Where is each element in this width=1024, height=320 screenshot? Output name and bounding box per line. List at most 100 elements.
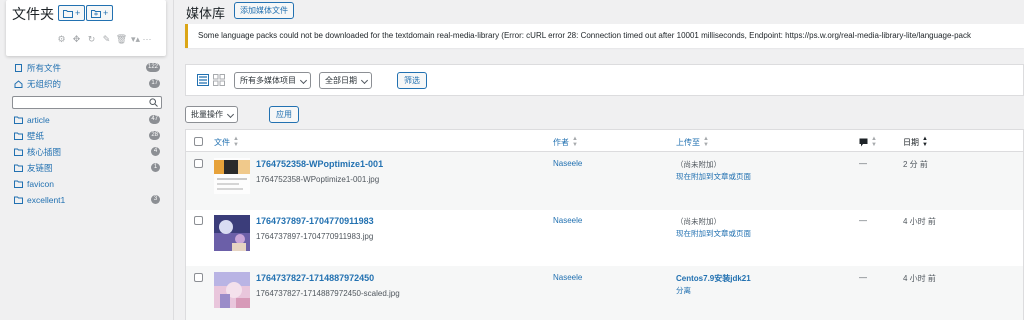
folder-label: favicon [27, 179, 54, 189]
new-collection-button[interactable]: + [86, 5, 114, 21]
author-link[interactable]: Naseele [553, 216, 582, 225]
column-file[interactable]: 文件 ▲ ▼ [214, 136, 239, 148]
search-icon [149, 98, 158, 107]
count-badge: 47 [149, 115, 160, 124]
delete-icon[interactable]: 🗑 [116, 34, 127, 45]
attached-status: （尚未附加） [676, 160, 721, 169]
sort-more-icon[interactable]: ▾▴ ··· [131, 34, 152, 45]
detach-link[interactable]: 分离 [676, 285, 691, 296]
list-view-icon[interactable] [197, 74, 209, 86]
comment-count: — [859, 273, 867, 282]
sort-desc-icon: ▲ ▼ [922, 136, 928, 148]
table-row: 1764737827-1714887972450 1764737827-1714… [186, 266, 1023, 320]
row-checkbox[interactable] [194, 273, 203, 282]
select-all-checkbox[interactable] [194, 137, 203, 146]
attached-status: （尚未附加） [676, 217, 721, 226]
folder-label: 友链图 [27, 163, 53, 173]
folder-label: 核心插图 [27, 147, 62, 157]
folder-icon [14, 180, 23, 188]
media-title-link[interactable]: 1764752358-WPoptimize1-001 [256, 159, 383, 169]
media-filename: 1764737897-1704770911983.jpg [256, 232, 374, 241]
column-uploaded-to[interactable]: 上传至 ▲ ▼ [676, 136, 709, 148]
folder-nav: 所有文件 122 无组织的 17 [0, 60, 174, 92]
folder-icon [63, 9, 73, 18]
media-type-select[interactable]: 所有多媒体项目 [234, 72, 311, 89]
sort-icon: ▲ ▼ [233, 136, 239, 148]
attach-link[interactable]: 现在附加到文章或页面 [676, 171, 751, 182]
count-badge: 28 [149, 131, 160, 140]
upload-date: 4 小时 前 [903, 217, 936, 226]
folder-icon [14, 132, 23, 140]
sort-icon: ▲ ▼ [871, 136, 877, 148]
table-row: 1764752358-WPoptimize1-001 1764752358-WP… [186, 152, 1023, 210]
comment-count: — [859, 159, 867, 168]
folder-sidebar-title: 文件夹 [12, 7, 54, 23]
folder-icon [14, 164, 23, 172]
comment-bubble-icon [859, 138, 868, 146]
folder-item[interactable]: 壁纸 28 [0, 128, 174, 144]
filter-button[interactable]: 筛选 [397, 72, 427, 89]
count-badge: 1 [151, 163, 160, 172]
column-label: 日期 [903, 137, 919, 147]
warning-notice: Some language packs could not be downloa… [185, 24, 1024, 48]
sidebar-item-label: 无组织的 [27, 79, 62, 89]
folder-item[interactable]: 核心插图 4 [0, 144, 174, 160]
folder-item[interactable]: excellent1 3 [0, 192, 174, 208]
folder-label: 壁纸 [27, 131, 45, 141]
move-icon[interactable]: ✥ [71, 34, 82, 45]
media-filename: 1764752358-WPoptimize1-001.jpg [256, 175, 380, 184]
sidebar-item-unorganized[interactable]: 无组织的 17 [0, 76, 174, 92]
media-title-link[interactable]: 1764737827-1714887972450 [256, 273, 374, 283]
folder-icon [14, 116, 23, 124]
sidebar-item-all-files[interactable]: 所有文件 122 [0, 60, 174, 76]
attached-post-link[interactable]: Centos7.9安装jdk21 [676, 273, 751, 284]
author-link[interactable]: Naseele [553, 159, 582, 168]
bulk-action-select[interactable]: 批量操作 [185, 106, 238, 123]
media-thumbnail[interactable] [214, 158, 250, 194]
column-label: 文件 [214, 137, 230, 147]
attach-link[interactable]: 现在附加到文章或页面 [676, 228, 751, 239]
media-title-link[interactable]: 1764737897-1704770911983 [256, 216, 374, 226]
add-media-button[interactable]: 添加媒体文件 [234, 2, 294, 19]
settings-icon[interactable]: ⚙ [56, 34, 67, 45]
new-folder-plus: + [75, 8, 81, 18]
file-icon [14, 64, 23, 72]
media-filter-bar: 所有多媒体项目 全部日期 筛选 [185, 64, 1024, 96]
refresh-icon[interactable]: ↻ [86, 34, 97, 45]
folder-label: article [27, 115, 50, 125]
rename-icon[interactable]: ✎ [101, 34, 112, 45]
new-collection-plus: + [103, 8, 109, 18]
column-author[interactable]: 作者 ▲ ▼ [553, 136, 578, 148]
folder-icon [14, 196, 23, 204]
sort-icon: ▲ ▼ [572, 136, 578, 148]
folder-tools: ⚙ ✥ ↻ ✎ 🗑 ▾▴ ··· [56, 34, 152, 45]
media-thumbnail[interactable] [214, 215, 250, 251]
count-badge: 17 [149, 79, 160, 88]
folder-sidebar: 文件夹 + + ⚙ ✥ ↻ ✎ 🗑 ▾▴ ··· 所有文件 122 无组织的 1… [0, 0, 174, 320]
column-label: 上传至 [676, 137, 700, 147]
new-folder-button[interactable]: + [58, 5, 86, 21]
column-date[interactable]: 日期 ▲ ▼ [903, 136, 928, 148]
sidebar-item-label: 所有文件 [27, 63, 62, 73]
author-link[interactable]: Naseele [553, 273, 582, 282]
date-select[interactable]: 全部日期 [319, 72, 372, 89]
row-checkbox[interactable] [194, 159, 203, 168]
home-icon [14, 80, 23, 88]
grid-view-icon[interactable] [213, 74, 225, 86]
folder-search-input[interactable] [12, 96, 162, 109]
page-title: 媒体库 [186, 7, 226, 22]
media-filename: 1764737827-1714887972450-scaled.jpg [256, 289, 400, 298]
count-badge: 4 [151, 147, 160, 156]
folder-item[interactable]: favicon [0, 176, 174, 192]
count-badge: 122 [145, 63, 160, 72]
folder-icon [14, 148, 23, 156]
folder-item[interactable]: article 47 [0, 112, 174, 128]
column-comments[interactable]: ▲ ▼ [859, 136, 877, 148]
row-checkbox[interactable] [194, 216, 203, 225]
media-thumbnail[interactable] [214, 272, 250, 308]
table-header: 文件 ▲ ▼ 作者 ▲ ▼ 上传至 ▲ ▼ ▲ ▼ 日期 ▲ ▼ [186, 130, 1023, 152]
folder-item[interactable]: 友链图 1 [0, 160, 174, 176]
folder-label: excellent1 [27, 195, 66, 205]
apply-button[interactable]: 应用 [269, 106, 299, 123]
table-row: 1764737897-1704770911983 1764737897-1704… [186, 209, 1023, 267]
